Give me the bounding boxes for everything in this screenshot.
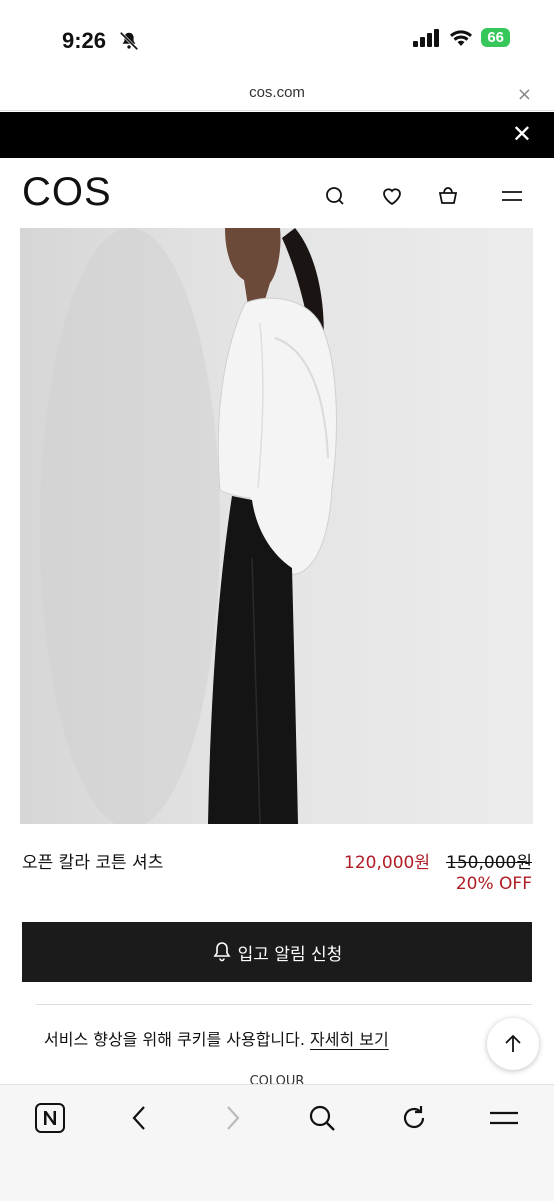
search-icon[interactable] bbox=[321, 182, 349, 210]
divider bbox=[36, 1004, 532, 1005]
product-name: 오픈 칼라 코튼 셔츠 bbox=[22, 853, 164, 873]
heart-icon[interactable] bbox=[378, 182, 406, 210]
scroll-to-top-button[interactable] bbox=[487, 1018, 539, 1070]
back-icon[interactable] bbox=[122, 1100, 158, 1136]
product-image[interactable] bbox=[20, 228, 533, 824]
notify-restock-button[interactable]: 입고 알림 신청 bbox=[22, 922, 532, 982]
url-close-icon[interactable]: × bbox=[517, 84, 532, 105]
bell-muted-icon bbox=[119, 31, 139, 51]
model-photo bbox=[40, 228, 337, 824]
discount-label: 20% OFF bbox=[455, 874, 532, 894]
search-icon[interactable] bbox=[304, 1100, 340, 1136]
cookie-text: 서비스 향상을 위해 쿠키를 사용합니다. bbox=[44, 1030, 305, 1049]
forward-icon[interactable] bbox=[214, 1100, 250, 1136]
menu-icon[interactable] bbox=[498, 182, 526, 210]
colour-section-heading: COLOUR bbox=[249, 1074, 305, 1084]
battery-indicator: 66 bbox=[481, 28, 510, 47]
url-display[interactable]: cos.com bbox=[0, 84, 554, 101]
status-time: 9:26 bbox=[62, 28, 107, 53]
promo-banner bbox=[0, 112, 554, 158]
menu-icon[interactable] bbox=[486, 1100, 522, 1136]
cookie-details-link[interactable]: 자세히 보기 bbox=[310, 1030, 389, 1049]
divider bbox=[0, 110, 554, 111]
status-right: 66 bbox=[413, 28, 510, 47]
notify-restock-label: 입고 알림 신청 bbox=[237, 944, 343, 965]
signal-icon bbox=[413, 28, 440, 47]
browser-toolbar bbox=[0, 1084, 554, 1201]
wifi-icon bbox=[450, 29, 473, 46]
sale-price: 120,000원 bbox=[344, 853, 430, 873]
cos-logo[interactable]: COS bbox=[22, 170, 112, 215]
bag-icon[interactable] bbox=[434, 182, 462, 210]
bell-icon bbox=[213, 942, 231, 962]
cookie-notice: 서비스 향상을 위해 쿠키를 사용합니다. 자세히 보기 bbox=[44, 1026, 389, 1050]
original-price: 150,000원 bbox=[446, 853, 532, 873]
banner-close-icon[interactable]: ✕ bbox=[512, 120, 532, 148]
naver-home-icon[interactable] bbox=[32, 1100, 68, 1136]
arrow-up-icon bbox=[505, 1034, 521, 1052]
refresh-icon[interactable] bbox=[396, 1100, 432, 1136]
